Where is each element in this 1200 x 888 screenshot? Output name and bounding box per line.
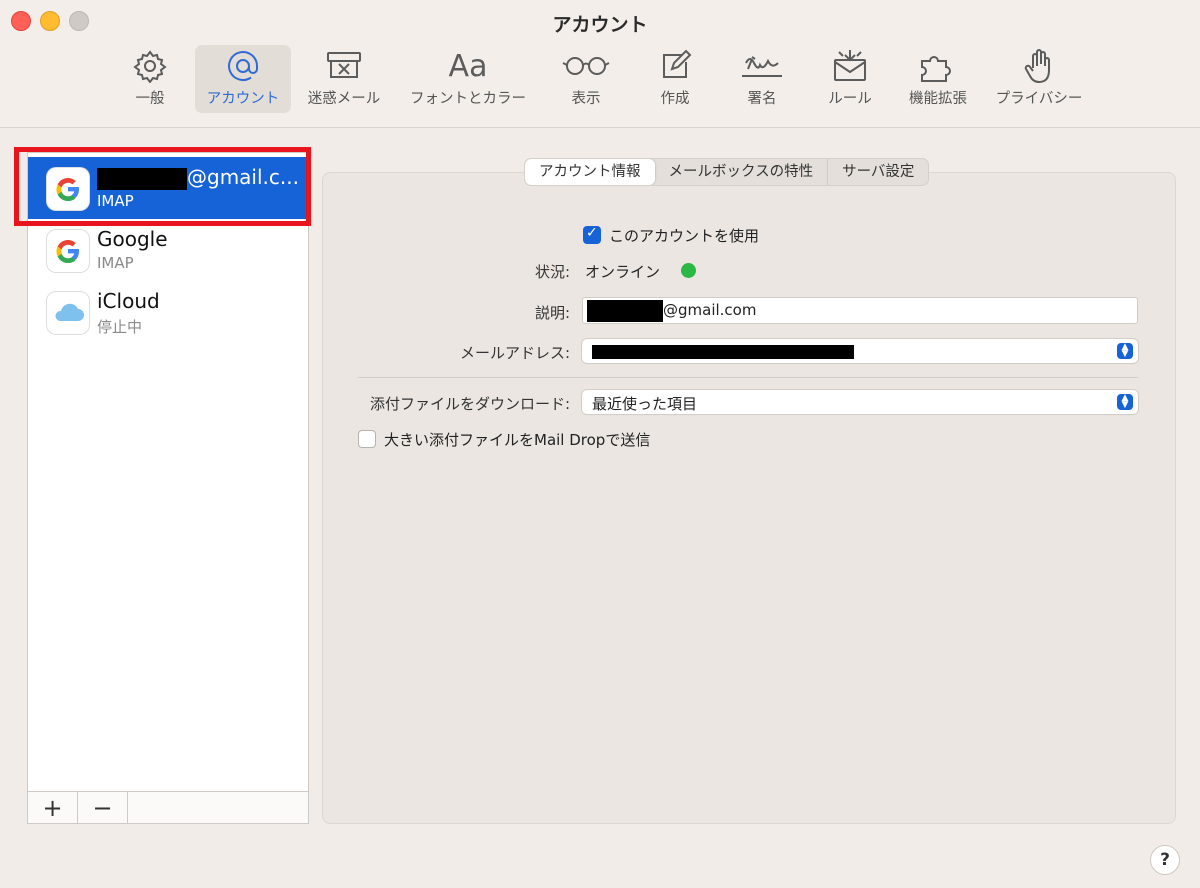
toolbar-rules[interactable]: ルール (822, 45, 878, 113)
signature-icon (738, 45, 786, 87)
settings-tabs: アカウント情報 メールボックスの特性 サーバ設定 (524, 158, 930, 186)
section-divider (358, 377, 1138, 378)
chevron-up-down-icon: ▲ ▼ (1117, 394, 1133, 410)
download-attachments-value: 最近使った項目 (592, 395, 698, 413)
maildrop-checkbox[interactable] (358, 430, 376, 448)
glasses-icon (561, 45, 611, 87)
description-label: 説明: (534, 304, 570, 322)
redacted-text (592, 345, 854, 359)
rules-icon (831, 45, 869, 87)
email-address-select[interactable]: ▲ ▼ (582, 339, 1138, 363)
at-icon (225, 45, 261, 87)
toolbar-label: アカウント (206, 91, 280, 107)
toolbar-label: 機能拡張 (909, 91, 967, 107)
toolbar-privacy[interactable]: プライバシー (990, 45, 1088, 113)
account-status: 停止中 (97, 318, 143, 336)
email-address-label: メールアドレス: (459, 344, 570, 362)
help-button[interactable]: ? (1150, 845, 1180, 875)
account-type: IMAP (97, 254, 134, 272)
toolbar-fonts-colors[interactable]: Aa フォントとカラー (403, 45, 533, 113)
toolbar-junk[interactable]: 迷惑メール (301, 45, 387, 113)
chevron-up-down-icon: ▲ ▼ (1117, 343, 1133, 359)
extension-icon (916, 45, 960, 87)
title-bar: アカウント 一般 アカウント 迷惑メール Aa フォントとカラー 表示 作成 署… (0, 0, 1200, 128)
privacy-icon (1023, 45, 1055, 87)
window-title: アカウント (552, 14, 648, 36)
enable-account-label: このアカウントを使用 (609, 227, 760, 245)
add-account-button[interactable]: + (28, 792, 78, 823)
download-attachments-label: 添付ファイルをダウンロード: (369, 395, 570, 413)
enable-account-checkbox[interactable] (583, 225, 601, 244)
font-icon: Aa (449, 45, 488, 87)
description-field[interactable]: @gmail.com (582, 297, 1138, 324)
toolbar-extensions[interactable]: 機能拡張 (903, 45, 973, 113)
toolbar-signatures[interactable]: 署名 (735, 45, 789, 113)
toolbar-label: 迷惑メール (307, 91, 381, 107)
icloud-icon (47, 292, 89, 334)
description-value: @gmail.com (663, 301, 757, 319)
accounts-list: @gmail.c... IMAP Google IMAP iCloud 停止中 … (27, 152, 309, 824)
download-attachments-select[interactable]: 最近使った項目 ▲ ▼ (582, 390, 1138, 414)
toolbar-label: 一般 (135, 91, 165, 107)
gear-icon (133, 45, 167, 87)
toolbar-general[interactable]: 一般 (124, 45, 176, 113)
account-name: Google (97, 227, 168, 251)
account-name: iCloud (97, 289, 160, 313)
toolbar-viewing[interactable]: 表示 (558, 45, 614, 113)
google-icon (47, 230, 89, 272)
status-value: オンライン (585, 263, 661, 281)
toolbar-label: 表示 (571, 91, 601, 107)
tab-mailbox-behaviors[interactable]: メールボックスの特性 (655, 159, 828, 185)
selection-highlight (14, 147, 311, 226)
toolbar-accounts[interactable]: アカウント (195, 45, 291, 113)
toolbar-label: 作成 (660, 91, 690, 107)
tab-server-settings[interactable]: サーバ設定 (827, 159, 928, 185)
junk-icon (324, 45, 364, 87)
account-row-icloud[interactable]: iCloud 停止中 (28, 281, 308, 343)
maildrop-label: 大きい添付ファイルをMail Dropで送信 (384, 431, 651, 449)
toolbar-label: ルール (828, 91, 872, 107)
font-glyph: Aa (448, 48, 488, 84)
status-label: 状況: (534, 263, 570, 281)
toolbar-label: プライバシー (995, 91, 1083, 107)
account-settings-pane (322, 172, 1176, 824)
toolbar-label: フォントとカラー (410, 91, 526, 107)
toolbar-label: 署名 (747, 91, 777, 107)
account-row-google[interactable]: Google IMAP (28, 219, 308, 281)
redacted-text (587, 300, 663, 322)
online-status-indicator (681, 263, 696, 278)
remove-account-button[interactable]: − (78, 792, 128, 823)
compose-icon (658, 45, 692, 87)
sidebar-button-bar: + − (28, 791, 308, 823)
toolbar-composing[interactable]: 作成 (650, 45, 700, 113)
tab-account-info[interactable]: アカウント情報 (525, 159, 655, 185)
